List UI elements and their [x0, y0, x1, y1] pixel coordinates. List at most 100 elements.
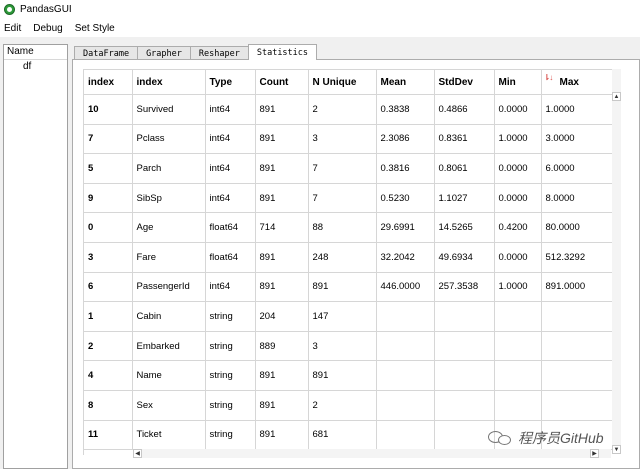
column-header-n-unique[interactable]: N Unique: [308, 70, 377, 95]
vertical-scrollbar[interactable]: ▲ ▼: [612, 69, 621, 454]
cell-min[interactable]: 1.0000: [494, 272, 542, 303]
cell-max[interactable]: [541, 331, 613, 362]
cell-stddev[interactable]: [434, 301, 495, 332]
column-header-index[interactable]: index: [132, 70, 206, 95]
cell-count[interactable]: 891: [255, 272, 309, 303]
cell-stddev[interactable]: 0.8361: [434, 124, 495, 155]
column-header-stddev[interactable]: StdDev: [434, 70, 495, 95]
cell-count[interactable]: 889: [255, 331, 309, 362]
cell-stddev[interactable]: 14.5265: [434, 212, 495, 243]
cell-row-index[interactable]: 0: [84, 212, 133, 243]
cell-type[interactable]: float64: [205, 242, 256, 273]
cell-n-unique[interactable]: 3: [308, 331, 377, 362]
cell-max[interactable]: 3.0000: [541, 124, 613, 155]
cell-n-unique[interactable]: 681: [308, 420, 377, 451]
tab-reshaper[interactable]: Reshaper: [189, 46, 249, 60]
table-row[interactable]: 0 Age float64 714 88 29.6991 14.5265 0.4200 80.0…: [84, 212, 613, 243]
cell-mean[interactable]: 446.0000: [376, 272, 435, 303]
cell-n-unique[interactable]: 2: [308, 94, 377, 125]
scroll-up-arrow-icon[interactable]: ▲: [612, 92, 621, 101]
menu-edit[interactable]: Edit: [0, 23, 27, 34]
cell-type[interactable]: string: [205, 331, 256, 362]
cell-max[interactable]: 80.0000: [541, 212, 613, 243]
cell-row-index[interactable]: 2: [84, 331, 133, 362]
cell-min[interactable]: 0.0000: [494, 242, 542, 273]
cell-mean[interactable]: 0.3838: [376, 94, 435, 125]
cell-row-index[interactable]: 1: [84, 301, 133, 332]
cell-index[interactable]: Parch: [132, 153, 206, 184]
cell-index[interactable]: Sex: [132, 390, 206, 421]
table-row[interactable]: 7 Pclass int64 891 3 2.3086 0.8361 1.0000 3.0000: [84, 124, 613, 155]
cell-stddev[interactable]: 0.8061: [434, 153, 495, 184]
cell-max[interactable]: [541, 390, 613, 421]
table-row[interactable]: 1 Cabin string 204 147: [84, 301, 613, 332]
cell-count[interactable]: 891: [255, 420, 309, 451]
cell-stddev[interactable]: 257.3538: [434, 272, 495, 303]
table-row[interactable]: 5 Parch int64 891 7 0.3816 0.8061 0.0000 6.0000: [84, 153, 613, 184]
column-header-type[interactable]: Type: [205, 70, 256, 95]
table-row[interactable]: 3 Fare float64 891 248 32.2042 49.6934 0.0000 51…: [84, 242, 613, 273]
cell-min[interactable]: [494, 301, 542, 332]
cell-n-unique[interactable]: 88: [308, 212, 377, 243]
scroll-right-arrow-icon[interactable]: ▶: [590, 449, 599, 458]
horizontal-scrollbar[interactable]: ◀ ▶: [133, 449, 611, 458]
menu-set-style[interactable]: Set Style: [69, 23, 121, 34]
cell-index[interactable]: Embarked: [132, 331, 206, 362]
cell-mean[interactable]: [376, 420, 435, 451]
cell-n-unique[interactable]: 7: [308, 153, 377, 184]
cell-index[interactable]: Age: [132, 212, 206, 243]
table-row[interactable]: 6 PassengerId int64 891 891 446.0000 257.3538 1…: [84, 272, 613, 303]
cell-type[interactable]: string: [205, 301, 256, 332]
cell-row-index[interactable]: 5: [84, 153, 133, 184]
cell-index[interactable]: Cabin: [132, 301, 206, 332]
cell-min[interactable]: 1.0000: [494, 124, 542, 155]
cell-type[interactable]: int64: [205, 124, 256, 155]
table-row[interactable]: 2 Embarked string 889 3: [84, 331, 613, 362]
tab-dataframe[interactable]: DataFrame: [74, 46, 139, 60]
cell-mean[interactable]: [376, 390, 435, 421]
cell-n-unique[interactable]: 3: [308, 124, 377, 155]
cell-index[interactable]: Survived: [132, 94, 206, 125]
cell-type[interactable]: int64: [205, 183, 256, 214]
cell-type[interactable]: string: [205, 390, 256, 421]
cell-count[interactable]: 891: [255, 183, 309, 214]
cell-n-unique[interactable]: 891: [308, 272, 377, 303]
cell-type[interactable]: string: [205, 420, 256, 451]
cell-count[interactable]: 891: [255, 242, 309, 273]
table-row[interactable]: 4 Name string 891 891: [84, 360, 613, 391]
cell-index[interactable]: Name: [132, 360, 206, 391]
cell-min[interactable]: 0.0000: [494, 94, 542, 125]
table-row[interactable]: 9 SibSp int64 891 7 0.5230 1.1027 0.0000 8.0000: [84, 183, 613, 214]
cell-mean[interactable]: 29.6991: [376, 212, 435, 243]
cell-type[interactable]: float64: [205, 212, 256, 243]
cell-n-unique[interactable]: 147: [308, 301, 377, 332]
cell-row-index[interactable]: 6: [84, 272, 133, 303]
cell-min[interactable]: 0.0000: [494, 153, 542, 184]
cell-index[interactable]: Pclass: [132, 124, 206, 155]
cell-min[interactable]: 0.0000: [494, 183, 542, 214]
cell-stddev[interactable]: [434, 420, 495, 451]
cell-row-index[interactable]: 7: [84, 124, 133, 155]
cell-stddev[interactable]: 49.6934: [434, 242, 495, 273]
cell-mean[interactable]: [376, 331, 435, 362]
cell-mean[interactable]: [376, 301, 435, 332]
cell-stddev[interactable]: [434, 360, 495, 391]
menu-debug[interactable]: Debug: [27, 23, 68, 34]
cell-index[interactable]: Fare: [132, 242, 206, 273]
navigator-item-df[interactable]: df: [4, 60, 67, 73]
cell-index[interactable]: PassengerId: [132, 272, 206, 303]
cell-max[interactable]: 512.3292: [541, 242, 613, 273]
column-header-mean[interactable]: Mean: [376, 70, 435, 95]
tab-grapher[interactable]: Grapher: [137, 46, 191, 60]
cell-max[interactable]: 6.0000: [541, 153, 613, 184]
column-header-min[interactable]: Min: [494, 70, 542, 95]
cell-count[interactable]: 891: [255, 153, 309, 184]
cell-stddev[interactable]: [434, 331, 495, 362]
cell-stddev[interactable]: 0.4866: [434, 94, 495, 125]
scroll-down-arrow-icon[interactable]: ▼: [612, 445, 621, 454]
cell-row-index[interactable]: 8: [84, 390, 133, 421]
cell-mean[interactable]: 2.3086: [376, 124, 435, 155]
cell-row-index[interactable]: 9: [84, 183, 133, 214]
cell-type[interactable]: int64: [205, 272, 256, 303]
cell-count[interactable]: 891: [255, 360, 309, 391]
